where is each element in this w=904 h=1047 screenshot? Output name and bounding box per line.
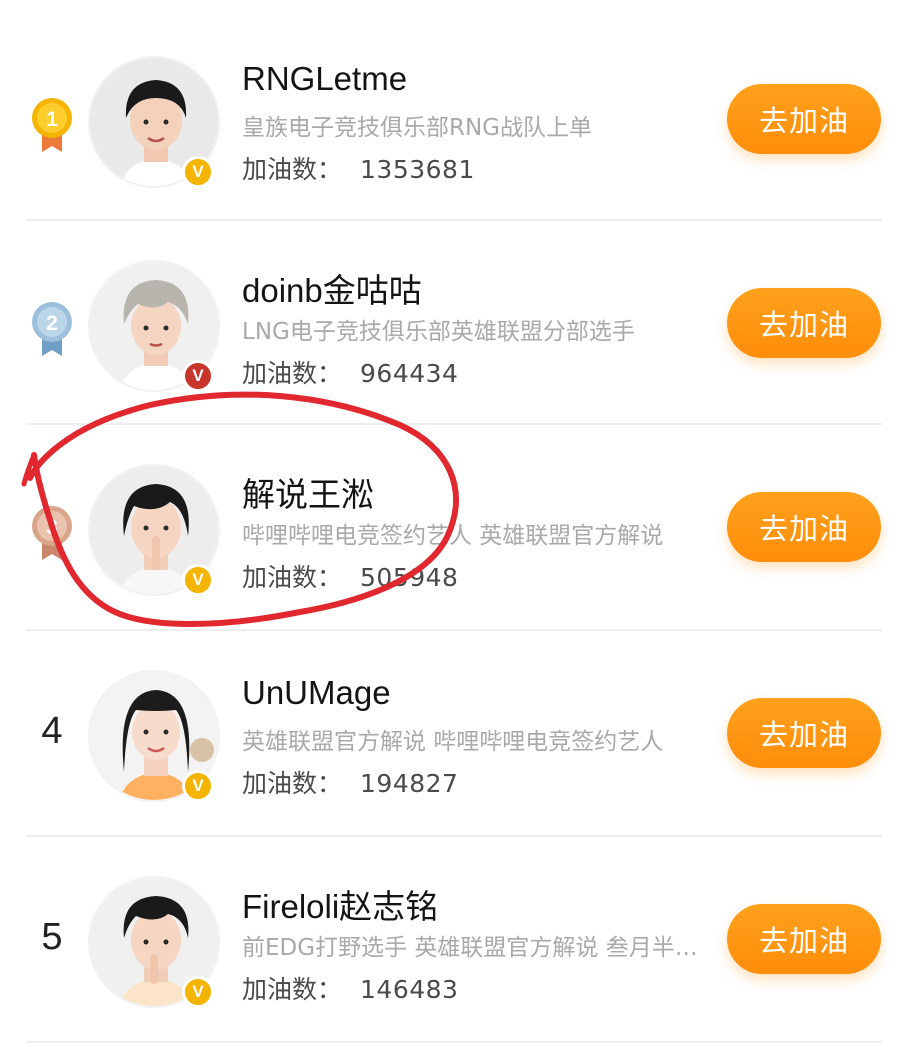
cheer-count-label: 加油数： — [242, 359, 343, 388]
ranking-row[interactable]: 4 V UnUMage 英雄联盟官方解说 哔哩哔哩电竞签约艺人 加油数： 1948… — [0, 632, 904, 837]
row-divider — [26, 423, 882, 425]
ranking-row[interactable]: 3 V 解说王淞 哔哩哔哩电竞签约艺人 英雄联盟官方解说 加油数： 505948 … — [0, 426, 904, 631]
cheer-count: 加油数： 1353681 — [242, 150, 475, 186]
cheer-button[interactable]: 去加油 — [727, 492, 881, 562]
verified-badge-icon: V — [182, 564, 214, 596]
player-description: 哔哩哔哩电竞签约艺人 英雄联盟官方解说 — [242, 523, 664, 549]
player-name: doinb金咕咕 — [242, 272, 422, 309]
medal-rank-text: 1 — [46, 108, 58, 131]
player-name: 解说王淞 — [242, 476, 374, 513]
silver-medal-icon: 2 — [32, 302, 72, 356]
cheer-count: 加油数： 505948 — [242, 558, 458, 594]
medal-rank-text: 3 — [46, 516, 58, 539]
rank-number: 4 — [41, 710, 63, 752]
cheer-count-value: 964434 — [360, 359, 459, 388]
ranking-row[interactable]: 2 V doinb金咕咕 LNG电子竞技俱乐部英雄联盟分部选手 加油数： 9644… — [0, 222, 904, 427]
player-description: LNG电子竞技俱乐部英雄联盟分部选手 — [242, 319, 635, 345]
cheer-count-label: 加油数： — [242, 563, 343, 592]
verified-badge-icon: V — [182, 976, 214, 1008]
cheer-count-value: 505948 — [360, 563, 459, 592]
ranking-row[interactable]: 5 V Fireloli赵志铭 前EDG打野选手 英雄联盟官方解说 叁月半… 加… — [0, 838, 904, 1043]
bronze-medal-icon: 3 — [32, 506, 72, 560]
rank-number: 5 — [41, 916, 63, 958]
player-name: RNGLetme — [242, 60, 408, 97]
cheer-count-label: 加油数： — [242, 769, 343, 798]
cheer-count: 加油数： 194827 — [242, 764, 458, 800]
ranking-row[interactable]: 1 V RNGLetme 皇族电子竞技俱乐部RNG战队上单 加油数： 135368… — [0, 18, 904, 223]
player-description: 皇族电子竞技俱乐部RNG战队上单 — [242, 115, 593, 141]
cheer-count-label: 加油数： — [242, 975, 343, 1004]
verified-badge-icon: V — [182, 360, 214, 392]
cheer-count: 加油数： 146483 — [242, 970, 458, 1006]
row-divider — [26, 1041, 882, 1043]
player-description: 前EDG打野选手 英雄联盟官方解说 叁月半… — [242, 935, 698, 961]
cheer-button[interactable]: 去加油 — [727, 698, 881, 768]
cheer-count-value: 146483 — [360, 975, 459, 1004]
player-name: Fireloli赵志铭 — [242, 888, 439, 925]
cheer-button[interactable]: 去加油 — [727, 84, 881, 154]
player-name: UnUMage — [242, 674, 391, 711]
row-divider — [26, 835, 882, 837]
cheer-count-value: 1353681 — [360, 155, 475, 184]
gold-medal-icon: 1 — [32, 98, 72, 152]
cheer-count-label: 加油数： — [242, 155, 343, 184]
row-divider — [26, 629, 882, 631]
cheer-button[interactable]: 去加油 — [727, 288, 881, 358]
verified-badge-icon: V — [182, 156, 214, 188]
verified-badge-icon: V — [182, 770, 214, 802]
cheer-button[interactable]: 去加油 — [727, 904, 881, 974]
cheer-count: 加油数： 964434 — [242, 354, 458, 390]
cheer-count-value: 194827 — [360, 769, 459, 798]
player-description: 英雄联盟官方解说 哔哩哔哩电竞签约艺人 — [242, 729, 664, 755]
medal-rank-text: 2 — [46, 312, 58, 335]
row-divider — [26, 219, 882, 221]
